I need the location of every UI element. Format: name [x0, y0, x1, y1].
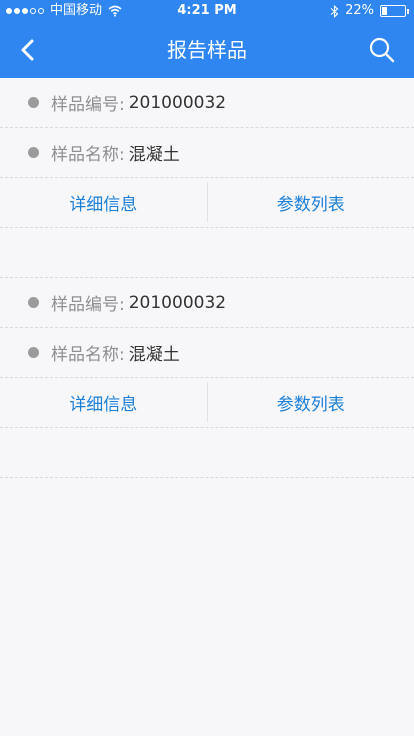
sample-name-value: 混凝土 [128, 345, 180, 365]
card-separator [0, 428, 414, 478]
battery-icon [380, 5, 409, 17]
nav-bar: 报告样品 [0, 22, 414, 78]
sample-name-row: 样品名称: 混凝土 [0, 328, 414, 378]
sample-card: 样品编号: 201000032 样品名称: 混凝土 详细信息 参数列表 [0, 278, 414, 478]
bullet-icon [28, 97, 39, 108]
sample-name-label: 样品名称: [51, 345, 125, 365]
sample-actions: 详细信息 参数列表 [0, 378, 414, 428]
param-list-button[interactable]: 参数列表 [206, 183, 414, 222]
search-icon[interactable] [368, 36, 396, 64]
sample-card: 样品编号: 201000032 样品名称: 混凝土 详细信息 参数列表 [0, 78, 414, 278]
bluetooth-icon [330, 4, 339, 18]
bullet-icon [28, 297, 39, 308]
sample-code-value: 201000032 [128, 92, 227, 113]
status-bar: 中国移动 4:21 PM 22% [0, 0, 414, 22]
detail-info-button[interactable]: 详细信息 [0, 378, 207, 427]
sample-name-value: 混凝土 [128, 145, 180, 165]
bullet-icon [28, 147, 39, 158]
header: 中国移动 4:21 PM 22% 报告样品 [0, 0, 414, 78]
sample-code-label: 样品编号: [51, 295, 125, 315]
page-title: 报告样品 [167, 38, 247, 62]
sample-code-label: 样品编号: [51, 95, 125, 115]
sample-list: 样品编号: 201000032 样品名称: 混凝土 详细信息 参数列表 样品编号… [0, 78, 414, 478]
sample-name-label: 样品名称: [51, 145, 125, 165]
detail-info-button[interactable]: 详细信息 [0, 178, 207, 227]
sample-code-value: 201000032 [128, 292, 227, 313]
bullet-icon [28, 347, 39, 358]
sample-code-row: 样品编号: 201000032 [0, 78, 414, 128]
card-separator [0, 228, 414, 278]
battery-percent: 22% [345, 3, 374, 18]
sample-code-row: 样品编号: 201000032 [0, 278, 414, 328]
status-right: 22% [330, 0, 409, 22]
sample-name-row: 样品名称: 混凝土 [0, 128, 414, 178]
sample-actions: 详细信息 参数列表 [0, 178, 414, 228]
param-list-button[interactable]: 参数列表 [206, 383, 414, 422]
